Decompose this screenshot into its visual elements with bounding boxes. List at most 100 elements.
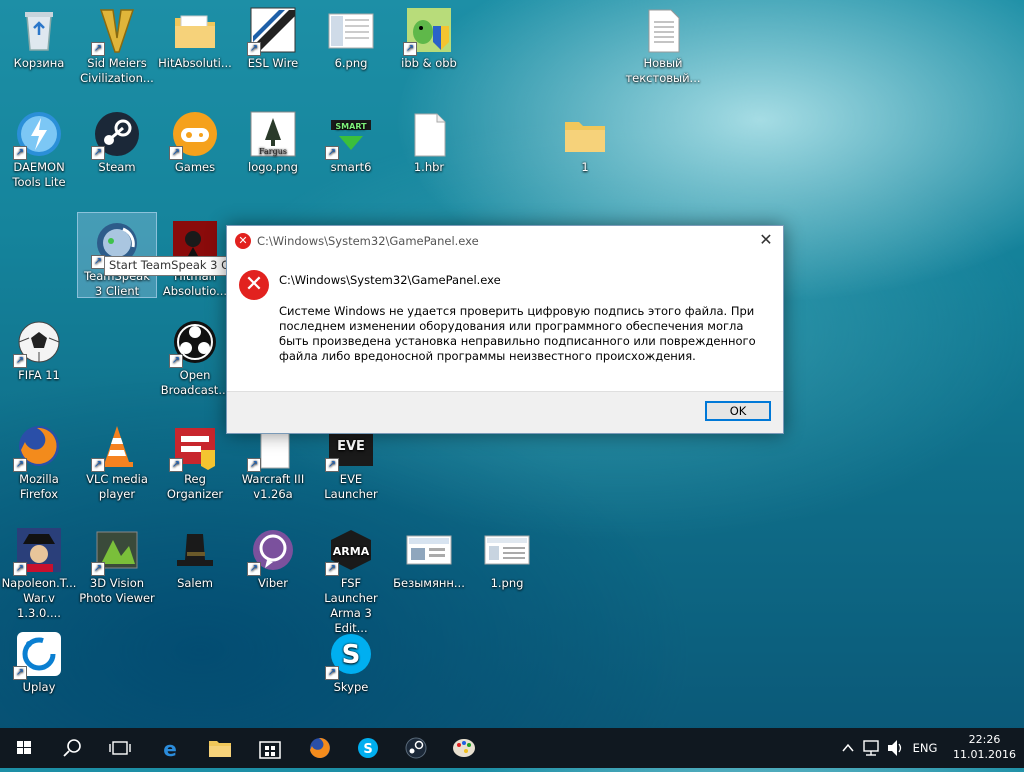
task-view-button[interactable] <box>96 728 144 768</box>
desktop-icon-esl-wire[interactable]: ↗ ESL Wire <box>234 0 312 71</box>
dialog-footer: OK <box>227 391 783 433</box>
language-indicator[interactable]: ENG <box>910 728 940 768</box>
icon-label: EVE Launcher <box>324 472 378 501</box>
icon-label: Reg Organizer <box>166 472 224 501</box>
icon-label: HitAbsoluti... <box>158 56 232 70</box>
icon-label: Games <box>174 160 216 174</box>
shortcut-arrow-icon: ↗ <box>247 562 261 576</box>
icon-label: Warcraft III v1.26a <box>241 472 305 501</box>
taskbar-store-icon[interactable] <box>246 728 294 768</box>
desktop-icon-new-text-doc[interactable]: Новый текстовый... <box>624 0 702 86</box>
reg-organizer-icon: ↗ <box>169 422 219 472</box>
desktop-icon-6-png[interactable]: 6.png <box>312 0 390 71</box>
desktop-icon-1-hbr[interactable]: 1.hbr <box>390 104 468 175</box>
icon-label: Skype <box>333 680 369 694</box>
icon-label: VLC media player <box>86 472 148 501</box>
shortcut-arrow-icon: ↗ <box>325 146 339 160</box>
icon-label: FIFA 11 <box>18 368 60 382</box>
taskbar-steam-icon[interactable] <box>392 728 440 768</box>
error-icon: ✕ <box>239 270 269 300</box>
desktop-icon-fifa11[interactable]: ↗ FIFA 11 <box>0 312 78 383</box>
start-button[interactable] <box>0 728 48 768</box>
shortcut-arrow-icon: ↗ <box>91 458 105 472</box>
icon-label: Uplay <box>22 680 56 694</box>
tray-volume-icon[interactable] <box>884 728 906 768</box>
napoleon-icon: ↗ <box>13 526 63 576</box>
arma-icon: ARMA ↗ <box>325 526 375 576</box>
desktop-icon-firefox[interactable]: ↗ Mozilla Firefox <box>0 416 78 502</box>
taskbar-skype-icon[interactable]: S <box>344 728 392 768</box>
search-button[interactable] <box>48 728 96 768</box>
dialog-title: C:\Windows\System32\GamePanel.exe <box>257 234 479 248</box>
desktop-icon-skype[interactable]: S ↗ Skype <box>312 624 390 695</box>
desktop-icon-recycle-bin[interactable]: Корзина <box>0 0 78 71</box>
desktop-icon-teamspeak[interactable]: ↗ TeamSpeak 3 Client <box>77 212 157 298</box>
tray-chevron-up-icon[interactable] <box>838 728 858 768</box>
desktop-icon-uplay[interactable]: ↗ Uplay <box>0 624 78 695</box>
taskbar-edge-icon[interactable]: e <box>146 728 194 768</box>
icon-label: Безымянн... <box>393 576 465 590</box>
ibb-obb-icon: ↗ <box>403 6 453 56</box>
desktop-icon-fsf-launcher[interactable]: ARMA ↗ FSF Launcher Arma 3 Edit... <box>312 520 390 636</box>
taskbar-paint-icon[interactable] <box>440 728 488 768</box>
desktop-icon-3d-vision[interactable]: ↗ 3D Vision Photo Viewer <box>78 520 156 606</box>
icon-label: Open Broadcast... <box>160 368 230 397</box>
desktop-icon-ibb-obb[interactable]: ↗ ibb & obb <box>390 0 468 71</box>
shortcut-arrow-icon: ↗ <box>13 562 27 576</box>
icon-label: Steam <box>98 160 136 174</box>
smart6-icon: SMART ↗ <box>325 110 375 160</box>
svg-text:EVE: EVE <box>337 439 365 454</box>
icon-label: Napoleon.T... War.v 1.3.0.... <box>1 576 77 620</box>
dialog-titlebar[interactable]: ✕ C:\Windows\System32\GamePanel.exe ✕ <box>227 226 783 256</box>
desktop-icon-hitabsoluti[interactable]: HitAbsoluti... <box>156 0 234 71</box>
shortcut-arrow-icon: ↗ <box>91 42 105 56</box>
taskbar: e S ENG 22:26 11.01.2016 <box>0 728 1024 768</box>
firefox-icon: ↗ <box>13 422 63 472</box>
desktop-icon-salem[interactable]: Salem <box>156 520 234 591</box>
shortcut-arrow-icon: ↗ <box>91 146 105 160</box>
clock-date: 11.01.2016 <box>953 748 1016 761</box>
desktop-icon-1-png[interactable]: 1.png <box>468 520 546 591</box>
shortcut-arrow-icon: ↗ <box>91 562 105 576</box>
dialog-close-button[interactable]: ✕ <box>749 226 783 256</box>
taskbar-firefox-icon[interactable] <box>296 728 344 768</box>
shortcut-arrow-icon: ↗ <box>325 562 339 576</box>
civilization-v-icon: ↗ <box>91 6 141 56</box>
desktop-icon-logo-png[interactable]: Fargus logo.png <box>234 104 312 175</box>
dialog-heading: C:\Windows\System32\GamePanel.exe <box>279 273 501 287</box>
icon-label: Viber <box>258 576 288 590</box>
taskbar-clock[interactable]: 22:26 11.01.2016 <box>953 732 1016 762</box>
desktop-icon-games[interactable]: ↗ Games <box>156 104 234 175</box>
desktop-icon-civilization[interactable]: ↗ Sid Meiers Civilization... <box>78 0 156 86</box>
shortcut-arrow-icon: ↗ <box>169 146 183 160</box>
image-file-icon <box>483 526 531 574</box>
desktop-icon-reg-organizer[interactable]: ↗ Reg Organizer <box>156 416 234 502</box>
icon-label: 1.png <box>490 576 524 590</box>
desktop-icon-vlc[interactable]: ↗ VLC media player <box>78 416 156 502</box>
shortcut-arrow-icon: ↗ <box>325 666 339 680</box>
esl-wire-icon: ↗ <box>247 6 297 56</box>
desktop-icon-untitled[interactable]: Безымянн... <box>390 520 468 591</box>
desktop-icon-viber[interactable]: ↗ Viber <box>234 520 312 591</box>
icon-label: 3D Vision Photo Viewer <box>79 576 155 605</box>
tray-network-icon[interactable] <box>860 728 882 768</box>
icon-label: Новый текстовый... <box>625 56 701 85</box>
skype-icon: S ↗ <box>325 630 375 680</box>
taskbar-file-explorer-icon[interactable] <box>196 728 244 768</box>
desktop-icon-daemon-tools[interactable]: ↗ DAEMON Tools Lite <box>0 104 78 190</box>
error-dialog: ✕ C:\Windows\System32\GamePanel.exe ✕ ✕ … <box>226 225 784 434</box>
ok-button[interactable]: OK <box>705 401 771 421</box>
desktop-icon-napoleon[interactable]: ↗ Napoleon.T... War.v 1.3.0.... <box>0 520 78 621</box>
desktop-icon-smart6[interactable]: SMART ↗ smart6 <box>312 104 390 175</box>
svg-text:SMART: SMART <box>335 122 367 131</box>
shortcut-arrow-icon: ↗ <box>13 666 27 680</box>
blank-file-icon <box>405 110 453 158</box>
desktop-icon-folder-1[interactable]: 1 <box>546 104 624 175</box>
desktop-icon-obs[interactable]: ↗ Open Broadcast... <box>156 312 234 398</box>
shortcut-arrow-icon: ↗ <box>325 458 339 472</box>
shortcut-arrow-icon: ↗ <box>13 354 27 368</box>
gamepad-icon: ↗ <box>169 110 219 160</box>
desktop-icon-steam[interactable]: ↗ Steam <box>78 104 156 175</box>
folder-icon <box>561 110 609 158</box>
soccer-ball-icon: ↗ <box>13 318 63 368</box>
